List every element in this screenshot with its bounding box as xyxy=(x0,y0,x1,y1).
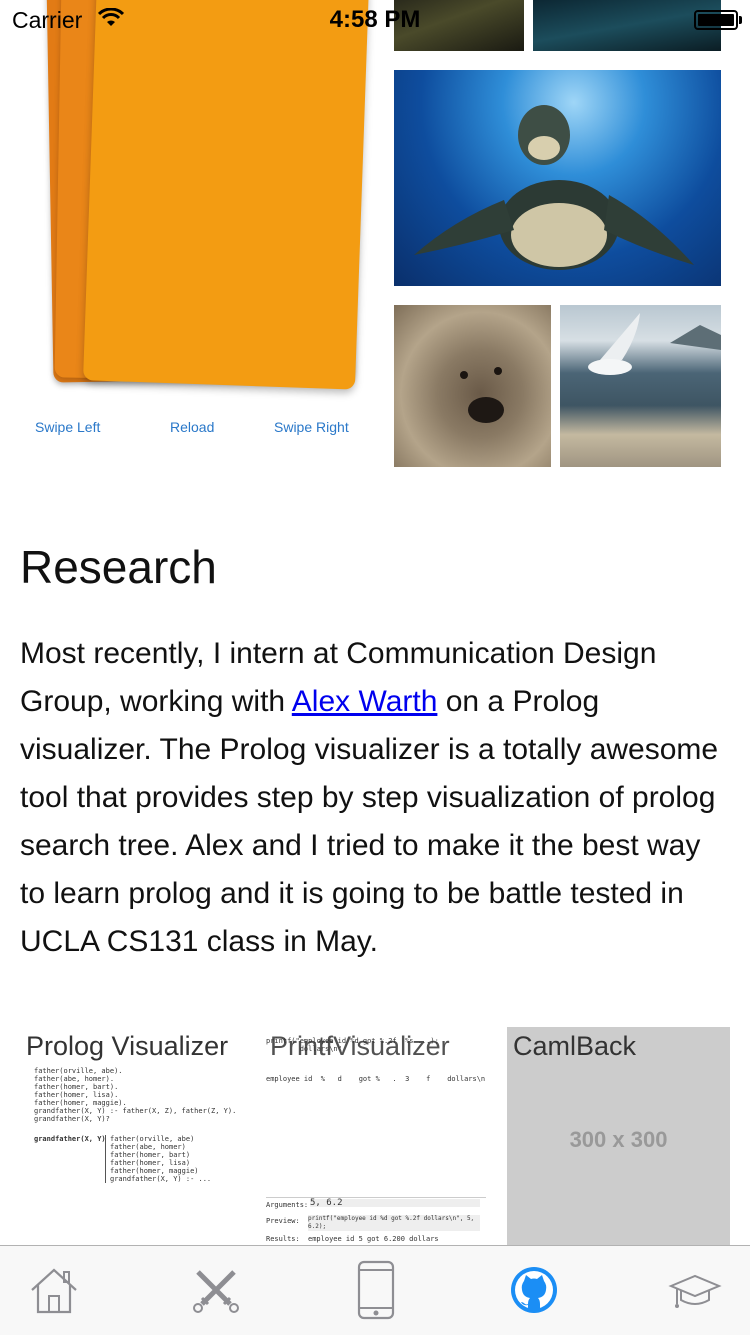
prolog-query: grandfather(X, Y) xyxy=(34,1135,106,1143)
tab-bar xyxy=(0,1245,750,1335)
results-value: employee id 5 got 6.200 dollars xyxy=(308,1235,439,1243)
project-title: Prolog Visualizer xyxy=(26,1031,229,1061)
project-camlback[interactable]: CamlBack 300 x 300 xyxy=(507,1027,730,1249)
divider xyxy=(266,1197,486,1198)
status-bar: Carrier 4:58 PM xyxy=(0,0,750,40)
clock: 4:58 PM xyxy=(329,6,421,33)
alex-warth-link[interactable]: Alex Warth xyxy=(292,685,438,718)
photo-seagull[interactable] xyxy=(560,305,721,467)
tab-home[interactable] xyxy=(24,1260,84,1320)
preview-value: printf("employee id %d got %.2f dollars\… xyxy=(308,1215,480,1231)
project-prolog-visualizer[interactable]: father(orville, abe). father(abe, homer)… xyxy=(20,1027,244,1249)
battery-icon xyxy=(694,10,742,30)
prolog-results: father(orville, abe) father(abe, homer) … xyxy=(105,1135,211,1183)
tab-apps[interactable] xyxy=(346,1260,406,1320)
research-paragraph: Most recently, I intern at Communication… xyxy=(20,630,732,966)
reload-button[interactable]: Reload xyxy=(170,419,214,435)
args-input[interactable]: 5, 6.2 xyxy=(310,1199,480,1208)
home-icon xyxy=(31,1268,77,1314)
tab-github[interactable] xyxy=(504,1260,564,1320)
graduation-cap-icon xyxy=(668,1274,722,1308)
project-printf-visualizer[interactable]: printf("employee id %d got %.2f %s ...);… xyxy=(264,1027,488,1249)
swipe-right-button[interactable]: Swipe Right xyxy=(274,419,349,435)
printf-format-row: employee id % d got % . 3 f dollars\n xyxy=(266,1075,486,1083)
args-label: Arguments: xyxy=(266,1201,309,1209)
swipe-left-button[interactable]: Swipe Left xyxy=(35,419,100,435)
image-placeholder: 300 x 300 xyxy=(569,1127,668,1152)
photo-brown-bear[interactable] xyxy=(394,305,551,467)
photo-sea-turtle[interactable] xyxy=(394,70,721,286)
project-title: PrintfVisualizer xyxy=(270,1031,450,1061)
section-heading: Research xyxy=(20,541,217,593)
prolog-code: father(orville, abe). father(abe, homer)… xyxy=(34,1067,237,1123)
card-front[interactable] xyxy=(83,0,369,390)
project-title: CamlBack xyxy=(513,1031,637,1061)
swords-icon xyxy=(193,1270,239,1313)
tab-projects[interactable] xyxy=(186,1260,246,1320)
paragraph-text: on a Prolog visualizer. The Prolog visua… xyxy=(20,685,719,958)
phone-icon xyxy=(357,1260,395,1320)
preview-label: Preview: xyxy=(266,1217,300,1225)
tab-education[interactable] xyxy=(665,1260,725,1320)
github-icon xyxy=(511,1267,557,1313)
card-stack[interactable]: Swipe Left Reload Swipe Right xyxy=(0,0,380,470)
results-label: Results: xyxy=(266,1235,300,1243)
